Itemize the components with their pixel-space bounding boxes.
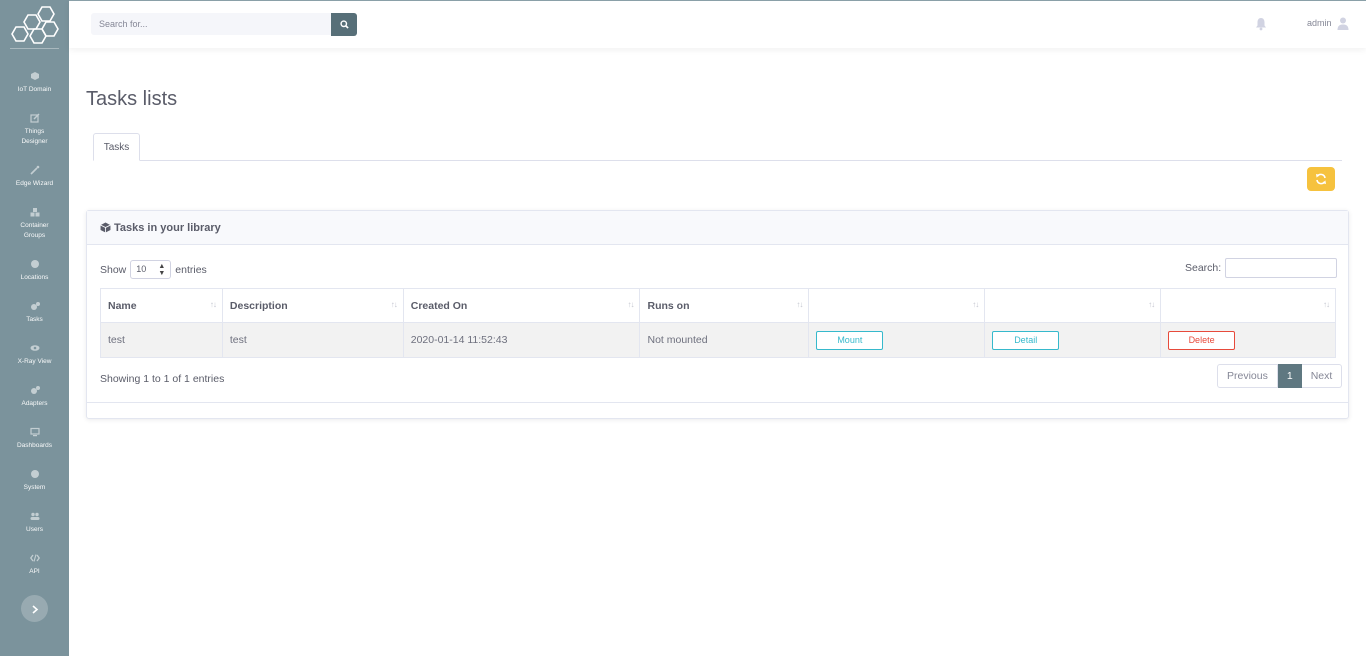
table-header-row: Name ↑↓ Description ↑↓ Created On ↑↓ Runs o… (100, 288, 1336, 323)
sidebar-item-iot-domain[interactable]: IoT Domain (0, 71, 69, 95)
sort-icon: ↑↓ (1148, 300, 1155, 309)
sidebar-item-system[interactable]: System (0, 469, 69, 493)
sort-icon: ↑↓ (972, 300, 979, 309)
cell-runs-on: Not mounted (639, 322, 810, 358)
user-name[interactable]: admin (1307, 18, 1332, 28)
sidebar-item-tasks[interactable]: Tasks (0, 301, 69, 325)
column-header-delete[interactable]: ↑↓ (1160, 288, 1336, 323)
cell-detail: Detail (984, 322, 1162, 358)
search-icon (339, 20, 349, 29)
magic-icon (0, 165, 69, 177)
sidebar-item-label: API (29, 568, 40, 575)
length-prefix: Show (100, 263, 127, 276)
sidebar-item-edge-wizard[interactable]: Edge Wizard (0, 165, 69, 189)
mount-button[interactable]: Mount (816, 330, 884, 350)
pagination-previous[interactable]: Previous (1217, 364, 1278, 388)
length-suffix: entries (175, 263, 207, 276)
sidebar-item-adapters[interactable]: Adapters (0, 385, 69, 409)
table-filter: Search: (1185, 258, 1338, 278)
sort-icon: ↑↓ (796, 300, 803, 309)
refresh-button[interactable] (1307, 167, 1335, 191)
filter-label: Search: (1185, 262, 1222, 274)
sort-icon: ↑↓ (209, 300, 217, 309)
sidebar-item-label: IoT Domain (17, 86, 52, 93)
table-row: test test 2020-01-14 11:52:43 Not mounte… (100, 322, 1336, 358)
search-button[interactable] (331, 13, 357, 36)
column-header-mount[interactable]: ↑↓ (808, 288, 986, 323)
user-icon[interactable] (1337, 17, 1349, 30)
globe-icon (0, 469, 69, 481)
sidebar-divider (10, 48, 59, 49)
chevron-right-icon (31, 605, 38, 614)
tasks-card: Tasks in your library Show 10 ▲ ▼ entries… (86, 210, 1349, 419)
sort-icon: ↑↓ (627, 300, 634, 309)
sort-arrows-icon: ▲ ▼ (158, 263, 166, 277)
sidebar-item-label: Things Designer (21, 128, 48, 145)
tab-tasks[interactable]: Tasks (93, 133, 140, 161)
sidebar-item-container-groups[interactable]: Container Groups (0, 207, 69, 241)
pagination: Previous 1 Next (1217, 364, 1343, 388)
pagination-page-1[interactable]: 1 (1277, 364, 1302, 388)
globe-icon (0, 259, 69, 271)
sidebar: IoT Domain Things Designer Edge Wizard Co… (0, 0, 69, 656)
desktop-icon (0, 427, 69, 439)
tasks-table: Name ↑↓ Description ↑↓ Created On ↑↓ Runs o… (100, 288, 1336, 358)
cogs-icon (0, 385, 69, 397)
eye-icon (0, 343, 69, 355)
cell-mount: Mount (808, 322, 986, 358)
hexagon-logo[interactable] (10, 6, 60, 44)
sidebar-item-things-designer[interactable]: Things Designer (0, 113, 69, 147)
sort-icon: ↑↓ (1323, 300, 1330, 309)
cell-name: test (100, 322, 223, 358)
delete-button[interactable]: Delete (1168, 330, 1236, 350)
column-header-name[interactable]: Name ↑↓ (100, 288, 223, 323)
sidebar-item-label: X-Ray View (17, 358, 52, 365)
length-select[interactable]: 10 ▲ ▼ (130, 260, 172, 279)
sidebar-item-users[interactable]: Users (0, 511, 69, 535)
sidebar-item-label: Dashboards (16, 442, 53, 449)
card-header: Tasks in your library (87, 211, 1348, 245)
users-icon (0, 511, 69, 523)
search-input[interactable] (91, 13, 331, 35)
card-body: Show 10 ▲ ▼ entries Search: Name ↑↓ Descri… (87, 245, 1348, 403)
column-header-detail[interactable]: ↑↓ (984, 288, 1162, 323)
cell-description: test (221, 322, 404, 358)
page-title: Tasks lists (86, 88, 178, 110)
code-icon (0, 553, 69, 565)
topbar: admin (69, 0, 1366, 48)
tabs-divider (93, 160, 1342, 161)
sidebar-item-x-ray-view[interactable]: X-Ray View (0, 343, 69, 367)
sidebar-item-dashboards[interactable]: Dashboards (0, 427, 69, 451)
sidebar-item-label: Edge Wizard (15, 180, 54, 187)
sidebar-item-label: Users (26, 526, 43, 533)
cogs-icon (0, 301, 69, 313)
cell-delete: Delete (1160, 322, 1336, 358)
card-title: Tasks in your library (114, 221, 221, 234)
sidebar-item-label: Adapters (21, 400, 48, 407)
column-header-runs-on[interactable]: Runs on ↑↓ (639, 288, 810, 323)
cell-created-on: 2020-01-14 11:52:43 (402, 322, 641, 358)
length-control: Show 10 ▲ ▼ entries (100, 260, 207, 279)
sidebar-item-locations[interactable]: Locations (0, 259, 69, 283)
sidebar-item-api[interactable]: API (0, 553, 69, 577)
column-header-created-on[interactable]: Created On ↑↓ (402, 288, 641, 323)
cube-icon (0, 71, 69, 83)
refresh-icon (1316, 173, 1326, 185)
bell-icon[interactable] (1255, 17, 1267, 31)
cubes-icon (0, 207, 69, 219)
table-search-input[interactable] (1225, 258, 1338, 278)
sidebar-item-label: System (23, 484, 46, 491)
sidebar-item-label: Tasks (26, 316, 43, 323)
detail-button[interactable]: Detail (992, 330, 1060, 350)
sort-icon: ↑↓ (390, 300, 398, 309)
cube-icon (100, 222, 111, 233)
sidebar-item-label: Locations (20, 274, 49, 281)
sidebar-item-label: Container Groups (20, 222, 49, 239)
length-value: 10 (136, 264, 147, 274)
pagination-next[interactable]: Next (1301, 364, 1343, 388)
table-info: Showing 1 to 1 of 1 entries (100, 373, 225, 385)
edit-icon (0, 113, 69, 125)
column-header-description[interactable]: Description ↑↓ (221, 288, 404, 323)
sidebar-toggle-button[interactable] (21, 595, 48, 622)
